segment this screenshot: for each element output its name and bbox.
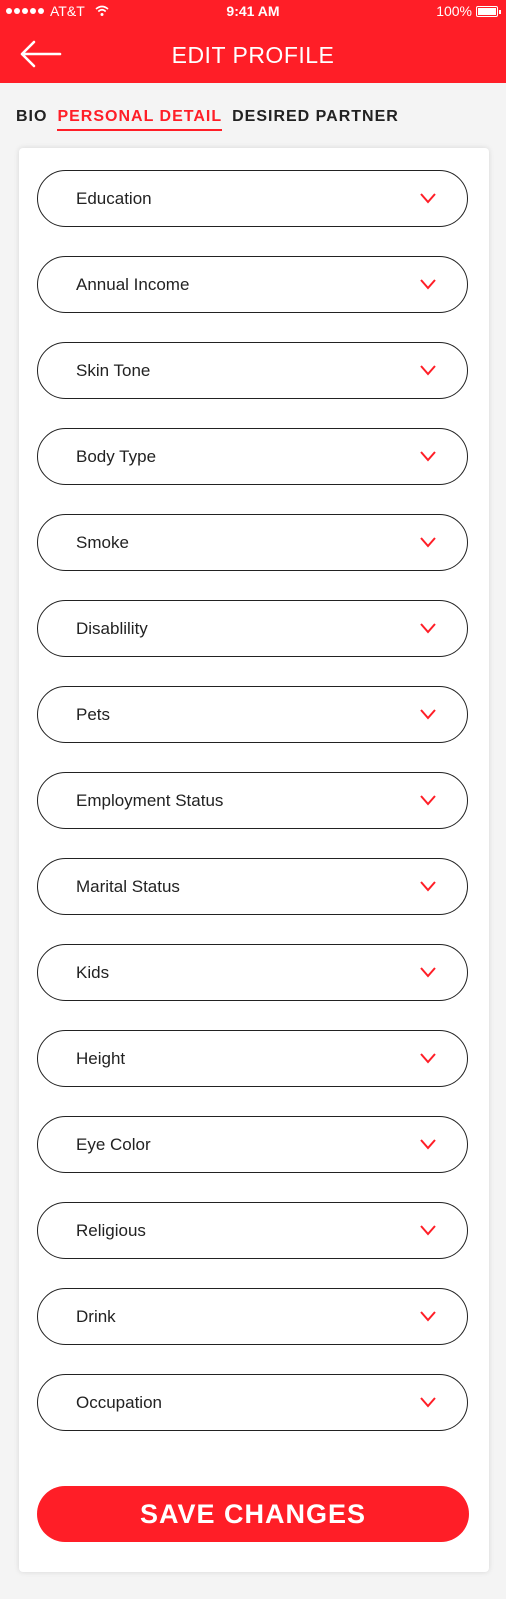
chevron-down-icon xyxy=(420,1311,436,1322)
dropdown-height[interactable]: Height xyxy=(37,1030,468,1087)
status-time: 9:41 AM xyxy=(226,3,280,19)
dropdown-pets[interactable]: Pets xyxy=(37,686,468,743)
dropdown-kids[interactable]: Kids xyxy=(37,944,468,1001)
chevron-down-icon xyxy=(420,709,436,720)
dropdown-employment-status[interactable]: Employment Status xyxy=(37,772,468,829)
dropdown-marital-status[interactable]: Marital Status xyxy=(37,858,468,915)
tab-bio[interactable]: BIO xyxy=(16,108,47,131)
field-label: Education xyxy=(76,188,152,208)
chevron-down-icon xyxy=(420,451,436,462)
field-label: Disablility xyxy=(76,618,148,638)
field-label: Smoke xyxy=(76,532,129,552)
field-label: Religious xyxy=(76,1220,146,1240)
tab-bar: BIO PERSONAL DETAIL DESIRED PARTNER xyxy=(16,108,399,131)
field-label: Pets xyxy=(76,704,111,724)
chevron-down-icon xyxy=(420,193,436,204)
battery-label: 100% xyxy=(436,3,472,19)
chevron-down-icon xyxy=(420,1397,436,1408)
chevron-down-icon xyxy=(420,279,436,290)
dropdown-body-type[interactable]: Body Type xyxy=(37,428,468,485)
page-title: EDIT PROFILE xyxy=(171,42,335,68)
dropdown-occupation[interactable]: Occupation xyxy=(37,1374,468,1431)
dropdown-disability[interactable]: Disablility xyxy=(37,600,468,657)
field-label: Employment Status xyxy=(76,790,224,810)
battery-icon xyxy=(476,5,501,17)
dropdown-smoke[interactable]: Smoke xyxy=(37,514,468,571)
field-label: Eye Color xyxy=(76,1134,151,1154)
chevron-down-icon xyxy=(420,881,436,892)
app-header: AT&T 9:41 AM 100% EDIT PROFILE xyxy=(0,0,506,83)
field-label: Height xyxy=(76,1048,126,1068)
chevron-down-icon xyxy=(420,795,436,806)
chevron-down-icon xyxy=(420,1225,436,1236)
dropdown-skin-tone[interactable]: Skin Tone xyxy=(37,342,468,399)
field-label: Skin Tone xyxy=(76,360,151,380)
dropdown-annual-income[interactable]: Annual Income xyxy=(37,256,468,313)
dropdown-religious[interactable]: Religious xyxy=(37,1202,468,1259)
dropdown-education[interactable]: Education xyxy=(37,170,468,227)
dropdown-drink[interactable]: Drink xyxy=(37,1288,468,1345)
field-label: Drink xyxy=(76,1306,116,1326)
field-label: Body Type xyxy=(76,446,157,466)
chevron-down-icon xyxy=(420,365,436,376)
field-label: Annual Income xyxy=(76,274,190,294)
chevron-down-icon xyxy=(420,1053,436,1064)
status-right: 100% xyxy=(436,3,501,19)
field-label: Marital Status xyxy=(76,876,180,896)
tab-personal-detail[interactable]: PERSONAL DETAIL xyxy=(57,108,223,131)
chevron-down-icon xyxy=(420,967,436,978)
chevron-down-icon xyxy=(420,623,436,634)
tab-desired-partner[interactable]: DESIRED PARTNER xyxy=(232,108,399,131)
chevron-down-icon xyxy=(420,537,436,548)
chevron-down-icon xyxy=(420,1139,436,1150)
save-changes-button[interactable]: SAVE CHANGES xyxy=(37,1486,469,1542)
field-label: Occupation xyxy=(76,1392,162,1412)
field-label: Kids xyxy=(76,962,110,982)
status-bar: AT&T 9:41 AM 100% xyxy=(0,0,506,24)
form-card: Education Annual Income Skin Tone Body T… xyxy=(19,148,489,1572)
dropdown-eye-color[interactable]: Eye Color xyxy=(37,1116,468,1173)
